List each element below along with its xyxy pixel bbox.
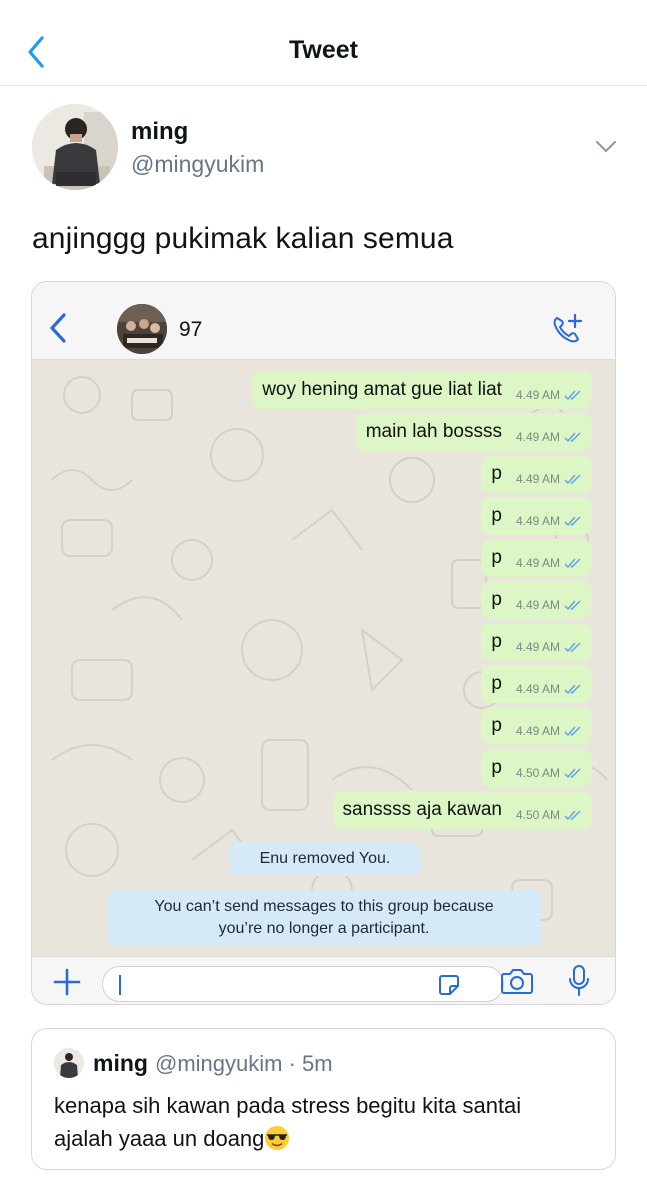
read-receipt-icon [564,432,581,443]
message-meta: 4.49 AM [516,556,582,570]
read-receipt-icon [564,768,581,779]
outgoing-message-bubble: p 4.49 AM [481,539,592,577]
notice-line-2: you’re no longer a participant. [218,920,430,937]
outgoing-message-bubble: sanssss aja kawan 4.50 AM [332,791,592,829]
sticker-icon [439,975,459,995]
quoted-tweet[interactable]: ming @mingyukim · 5m kenapa sih kawan pa… [31,1028,616,1170]
chat-messages-area: woy hening amat gue liat liat 4.49 AM main… [32,360,615,956]
outgoing-message-bubble: p 4.49 AM [481,623,592,661]
plus-icon [53,968,81,996]
message-text: p [491,673,502,694]
chevron-down-icon[interactable] [595,140,617,154]
message-time: 4.50 AM [515,766,560,780]
add-call-icon [553,313,583,343]
quoted-author-name: ming [93,1050,148,1076]
message-time: 4.49 AM [515,598,560,612]
quoted-text-line-2: ajalah yaaa un doang [54,1126,265,1151]
read-receipt-icon [564,474,581,485]
message-time: 4.50 AM [515,808,560,822]
system-message-notice: You can’t send messages to this group be… [107,890,541,946]
outgoing-message-bubble: p 4.49 AM [481,665,592,703]
read-receipt-icon [564,600,581,611]
read-receipt-icon [564,390,581,401]
message-meta: 4.49 AM [516,514,582,528]
chevron-left-icon [50,313,66,343]
microphone-icon [569,965,589,996]
message-text: main lah bossss [365,421,502,442]
message-meta: 4.49 AM [516,388,582,402]
outgoing-message-bubble: p 4.50 AM [481,749,592,787]
message-text: p [491,757,502,778]
read-receipt-icon [564,642,581,653]
sunglasses-emoji-icon [265,1126,290,1150]
outgoing-message-bubble: woy hening amat gue liat liat 4.49 AM [252,371,592,409]
outgoing-message-bubble: p 4.49 AM [481,455,592,493]
message-text: p [491,631,502,652]
message-time: 4.49 AM [515,556,560,570]
message-time: 4.49 AM [515,682,560,696]
quoted-author-handle-time: @mingyukim · 5m [155,1051,333,1076]
message-time: 4.49 AM [515,640,560,654]
read-receipt-icon [564,684,581,695]
top-nav-bar: Tweet [0,0,647,86]
chat-input-bar [32,956,615,1004]
quoted-author-avatar [54,1048,84,1078]
text-caret [119,975,121,995]
read-receipt-icon [564,516,581,527]
message-time: 4.49 AM [515,472,560,486]
outgoing-message-bubble: main lah bossss 4.49 AM [355,413,592,451]
system-message-removed-text: Enu removed You. [259,850,391,867]
message-meta: 4.49 AM [516,682,582,696]
message-text: sanssss aja kawan [342,799,502,820]
outgoing-message-bubble: p 4.49 AM [481,707,592,745]
quoted-text-line-1: kenapa sih kawan pada stress begitu kita… [54,1093,522,1118]
message-text: p [491,715,502,736]
author-handle[interactable]: @mingyukim [131,151,264,178]
author-avatar[interactable] [32,104,118,190]
system-message-removed: Enu removed You. [229,842,421,876]
message-meta: 4.49 AM [516,724,582,738]
chat-header: 97 [32,282,615,360]
message-time: 4.49 AM [515,430,560,444]
message-meta: 4.49 AM [516,472,582,486]
tweet-media-image[interactable]: 97 woy hening amat gue liat liat 4.49 AM… [31,281,616,1005]
message-meta: 4.49 AM [516,430,582,444]
message-meta: 4.50 AM [516,766,582,780]
message-time: 4.49 AM [515,388,560,402]
group-avatar [117,304,167,354]
message-meta: 4.49 AM [516,598,582,612]
message-text: woy hening amat gue liat liat [262,379,502,400]
read-receipt-icon [564,558,581,569]
read-receipt-icon [564,810,581,821]
message-text: p [491,505,502,526]
outgoing-message-bubble: p 4.49 AM [481,581,592,619]
message-time: 4.49 AM [515,724,560,738]
message-time: 4.49 AM [515,514,560,528]
read-receipt-icon [564,726,581,737]
quoted-tweet-text: kenapa sih kawan pada stress begitu kita… [54,1089,602,1155]
message-meta: 4.50 AM [516,808,582,822]
camera-icon [501,969,533,994]
tweet-text: anjinggg pukimak kalian semua [32,222,454,255]
message-text: p [491,463,502,484]
author-name[interactable]: ming [131,118,188,146]
message-text: p [491,547,502,568]
message-text: p [491,589,502,610]
group-name: 97 [179,318,203,341]
message-input [102,966,504,1002]
message-meta: 4.49 AM [516,640,582,654]
page-title: Tweet [289,36,358,64]
notice-line-1: You can’t send messages to this group be… [154,898,494,915]
outgoing-message-bubble: p 4.49 AM [481,497,592,535]
